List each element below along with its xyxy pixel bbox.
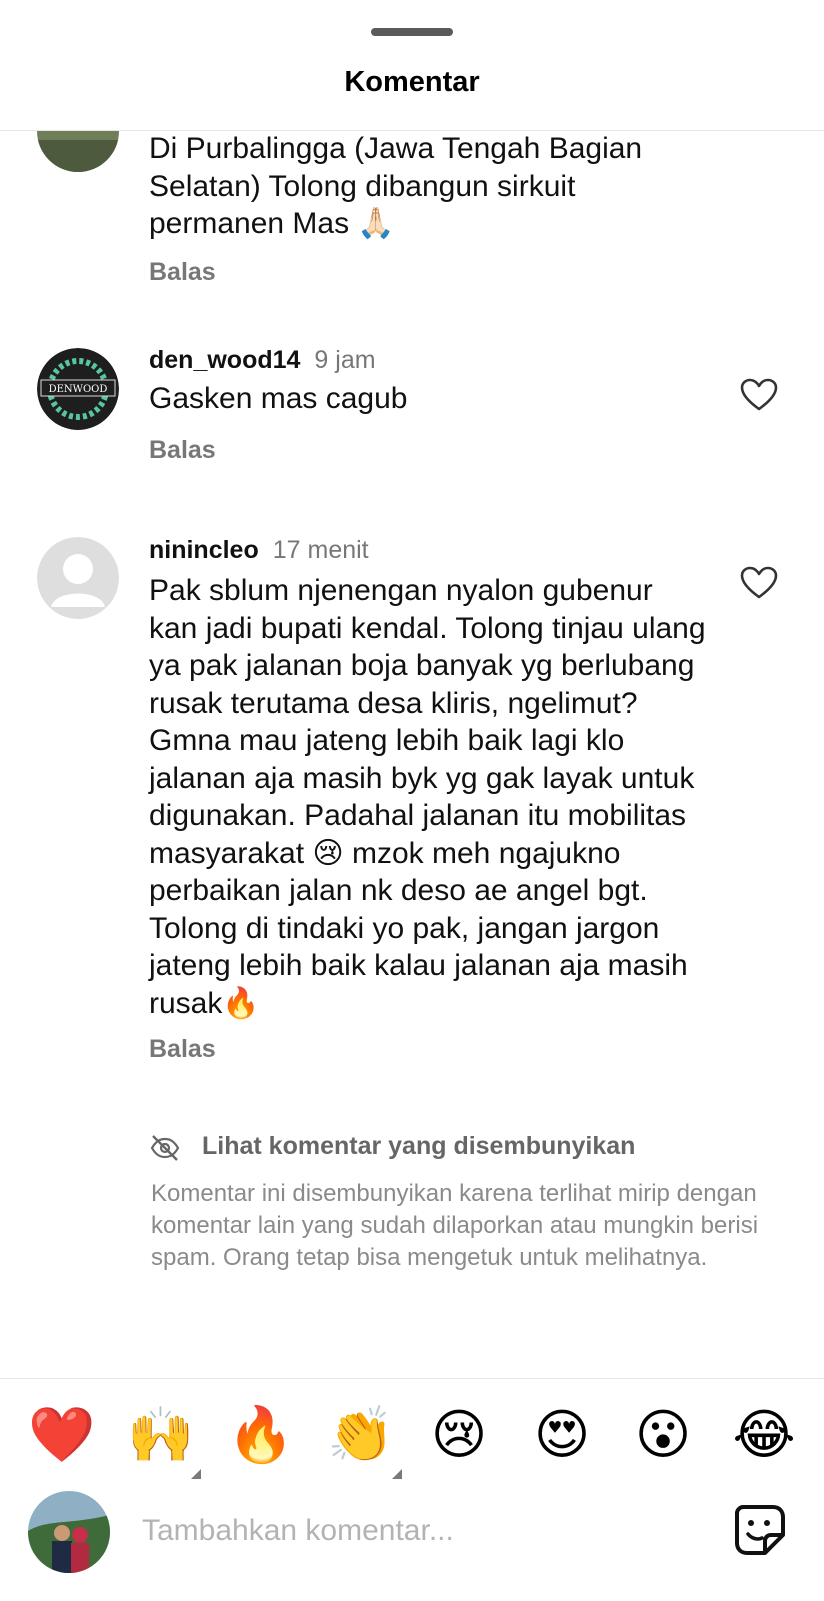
username[interactable]: den_wood14: [149, 346, 300, 374]
skin-tone-indicator: [191, 1469, 201, 1479]
comment-time: 17 menit: [272, 536, 369, 564]
skin-tone-indicator: [392, 1469, 402, 1479]
reply-button[interactable]: Balas: [149, 258, 216, 287]
reply-button[interactable]: Balas: [149, 1035, 216, 1064]
hidden-comments-note: Komentar ini disembunyikan karena terlih…: [151, 1180, 759, 1271]
sheet-title: Komentar: [344, 66, 480, 98]
comment-text: Di Purbalingga (Jawa Tengah Bagian Selat…: [149, 132, 643, 240]
sticker-icon[interactable]: [733, 1503, 787, 1557]
emoji-fire[interactable]: 🔥: [227, 1403, 294, 1467]
eye-off-icon: [150, 1134, 180, 1162]
comment-text: Pak sblum njenengan nyalon gubenur kan j…: [149, 574, 706, 1020]
add-comment-input[interactable]: [142, 1507, 682, 1555]
view-hidden-comments[interactable]: Lihat komentar yang disembunyikan: [150, 1130, 770, 1170]
emoji-heart[interactable]: ❤️: [28, 1403, 95, 1467]
sheet-header: Komentar: [0, 0, 824, 131]
quick-reactions: ❤️ 🙌 🔥 👏 😢 😍 😮 😂: [0, 1379, 824, 1479]
emoji-clapping-hands[interactable]: 👏: [327, 1403, 394, 1467]
avatar[interactable]: [37, 130, 119, 172]
emoji-surprised-face[interactable]: 😮: [631, 1403, 695, 1467]
hidden-comments-label[interactable]: Lihat komentar yang disembunyikan: [202, 1132, 635, 1161]
avatar[interactable]: DENWOOD: [37, 348, 119, 430]
username[interactable]: ninincleo: [149, 536, 259, 564]
avatar-logo-text: DENWOOD: [49, 384, 108, 395]
reply-button[interactable]: Balas: [149, 436, 216, 465]
like-heart-icon[interactable]: [740, 378, 778, 412]
emoji-tears-of-joy[interactable]: 😂: [732, 1403, 796, 1467]
comment-username[interactable]: den_wood14 9 jam: [149, 346, 376, 375]
comment-list[interactable]: Di Purbalingga (Jawa Tengah Bagian Selat…: [0, 130, 824, 1378]
like-heart-icon[interactable]: [740, 566, 778, 600]
emoji-heart-eyes[interactable]: 😍: [530, 1403, 594, 1467]
comment-time: 9 jam: [314, 346, 376, 374]
comment-username[interactable]: ninincleo 17 menit: [149, 536, 369, 565]
avatar[interactable]: [37, 537, 119, 619]
drag-handle[interactable]: [371, 28, 453, 36]
emoji-raising-hands[interactable]: 🙌: [127, 1403, 194, 1467]
current-user-avatar: [28, 1491, 110, 1573]
comment-composer: ❤️ 🙌 🔥 👏 😢 😍 😮 😂: [0, 1378, 824, 1601]
comment-text: Gasken mas cagub: [149, 382, 408, 415]
emoji-crying-face[interactable]: 😢: [427, 1403, 491, 1467]
